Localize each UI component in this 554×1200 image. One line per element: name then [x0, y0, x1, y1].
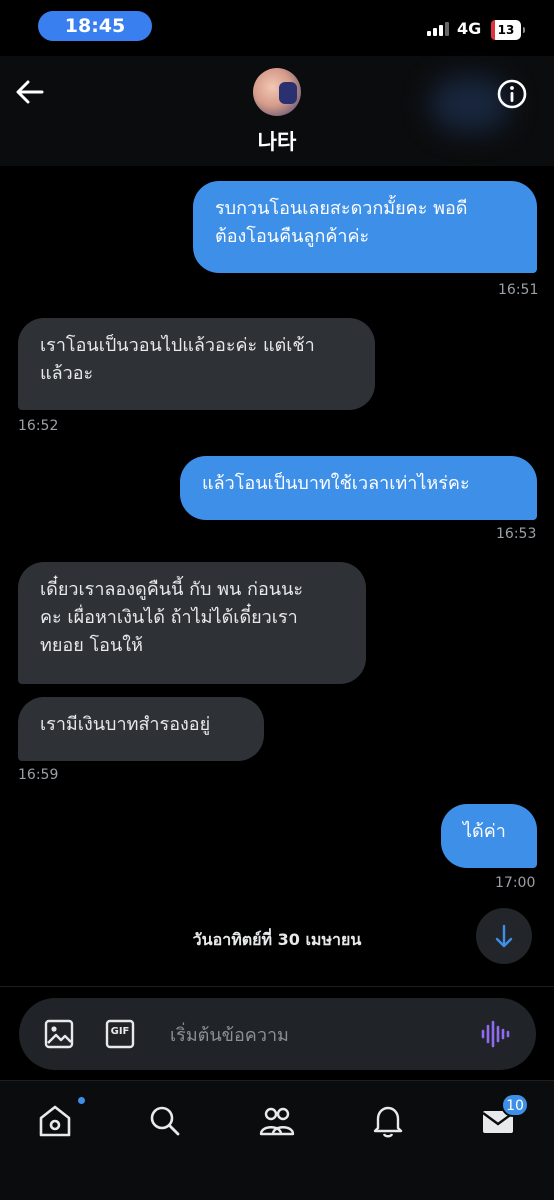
battery-indicator: 13 [491, 20, 525, 40]
composer-bar: GIF เริ่มต้นข้อความ [0, 986, 554, 1080]
incoming-message[interactable]: เดี๋ยวเราลองดูคืนนี้ กับ พน ก่อนนะ คะ เผ… [18, 562, 366, 684]
message-timestamp: 17:00 [495, 875, 536, 891]
date-separator: วันอาทิตย์ที่ 30 เมษายน [192, 930, 362, 949]
conversation-header: 나타 [0, 56, 554, 166]
message-line: รบกวนโอนเลยสะดวกมั้ยคะ พอดี [215, 198, 468, 219]
conversation-info-button[interactable] [496, 78, 528, 110]
message-timestamp: 16:59 [18, 767, 59, 783]
bell-icon [373, 1106, 403, 1138]
message-line: เดี๋ยวเราลองดูคืนนี้ กับ พน ก่อนนะ [40, 579, 304, 600]
message-timestamp: 16:53 [496, 526, 537, 542]
message-line: ต้องโอนคืนลูกค้าค่ะ [215, 226, 370, 247]
add-gif-button[interactable]: GIF [103, 1017, 137, 1051]
status-time: 18:45 [38, 11, 152, 41]
nav-notifications[interactable] [368, 1101, 408, 1141]
message-line: เราโอนเป็นวอนไปแล้วอะค่ะ แต่เช้า [40, 335, 315, 356]
voice-waveform-icon [481, 1020, 510, 1048]
outgoing-message[interactable]: รบกวนโอนเลยสะดวกมั้ยคะ พอดี ต้องโอนคืนลู… [193, 181, 537, 273]
back-button[interactable] [12, 74, 48, 110]
add-photo-button[interactable] [42, 1017, 76, 1051]
incoming-message[interactable]: เราโอนเป็นวอนไปแล้วอะค่ะ แต่เช้า แล้วอะ [18, 318, 375, 410]
message-composer: GIF เริ่มต้นข้อความ [19, 998, 536, 1070]
arrow-left-icon [16, 80, 44, 104]
incoming-message[interactable]: เรามีเงินบาทสำรองอยู่ [18, 697, 264, 761]
messages-unread-badge: 10 [501, 1093, 529, 1117]
search-icon [150, 1106, 180, 1136]
bottom-navigation: 10 [0, 1080, 554, 1200]
info-icon [497, 79, 527, 109]
image-icon [44, 1019, 74, 1049]
contact-avatar[interactable] [253, 68, 301, 116]
scroll-to-bottom-button[interactable] [476, 908, 532, 964]
outgoing-message[interactable]: แล้วโอนเป็นบาทใช้เวลาเท่าไหร่คะ [180, 456, 537, 520]
message-line: เรามีเงินบาทสำรองอยู่ [40, 714, 211, 735]
message-line: ทยอย โอนให้ [40, 635, 143, 656]
contact-name[interactable]: 나타 [0, 126, 554, 156]
cellular-signal-icon [427, 22, 453, 36]
network-type: 4G [457, 19, 482, 38]
home-icon [39, 1105, 71, 1137]
message-line: คะ เผื่อหาเงินได้ ถ้าไม่ได้เดี๋ยวเรา [40, 607, 298, 628]
message-timestamp: 16:52 [18, 418, 59, 434]
nav-search[interactable] [145, 1101, 185, 1141]
message-line: แล้วอะ [40, 363, 94, 384]
home-notification-dot [76, 1095, 87, 1106]
message-timestamp: 16:51 [498, 282, 539, 298]
arrow-down-icon [495, 924, 513, 948]
people-icon [259, 1107, 295, 1136]
voice-message-button[interactable] [479, 1018, 511, 1050]
outgoing-message[interactable]: ได้ค่า [441, 804, 537, 868]
nav-home[interactable] [35, 1101, 75, 1141]
message-line: ได้ค่า [463, 821, 506, 842]
status-bar: 18:45 4G 13 [0, 0, 554, 56]
message-line: แล้วโอนเป็นบาทใช้เวลาเท่าไหร่คะ [202, 473, 470, 494]
nav-communities[interactable] [257, 1101, 297, 1141]
gif-label: GIF [110, 1026, 130, 1037]
message-input[interactable]: เริ่มต้นข้อความ [170, 1020, 289, 1049]
